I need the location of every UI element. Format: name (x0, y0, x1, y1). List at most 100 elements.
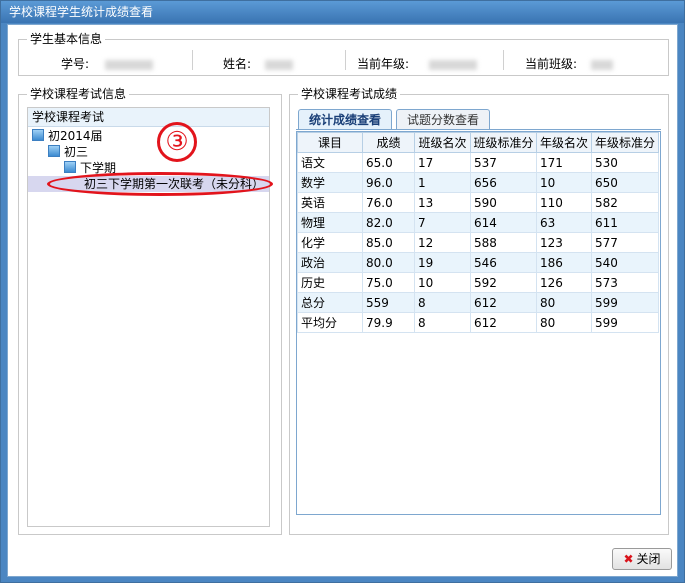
tree-node-cohort[interactable]: 初2014届 (32, 128, 103, 144)
tree-expand-icon[interactable] (32, 129, 44, 141)
table-cell: 614 (470, 212, 537, 233)
current-grade-label: 当前年级: (357, 57, 410, 71)
name-label: 姓名: (223, 57, 252, 71)
table-cell: 语文 (297, 152, 363, 173)
table-cell: 12 (414, 232, 471, 253)
table-cell: 化学 (297, 232, 363, 253)
table-cell: 总分 (297, 292, 363, 313)
table-cell: 537 (470, 152, 537, 173)
table-cell: 96.0 (362, 172, 415, 193)
table-cell: 13 (414, 192, 471, 213)
table-cell: 75.0 (362, 272, 415, 293)
exam-info-group: 学校课程考试信息 学校课程考试 初2014届 初三 下学期 初三下学期第一次联考… (18, 86, 282, 535)
table-cell: 559 (362, 292, 415, 313)
table-row[interactable]: 英语 76.0 13 590 110 582 (297, 192, 659, 213)
annotation-highlight-ellipse (47, 172, 273, 196)
tab-question-scores[interactable]: 试题分数查看 (396, 109, 491, 129)
table-cell: 612 (470, 292, 537, 313)
close-button[interactable]: ✖ 关闭 (612, 548, 672, 570)
score-table: 课目 成绩 班级名次 班级标准分 年级名次 年级标准分 语文 65.0 17 537 1… (297, 132, 659, 333)
close-icon: ✖ (623, 552, 634, 566)
table-cell: 612 (470, 312, 537, 333)
table-cell: 历史 (297, 272, 363, 293)
table-row[interactable]: 平均分 79.9 8 612 80 599 (297, 312, 659, 333)
table-cell: 65.0 (362, 152, 415, 173)
table-cell: 79.9 (362, 312, 415, 333)
column-header[interactable]: 年级标准分 (591, 132, 659, 153)
exam-tree-header: 学校课程考试 (28, 108, 269, 127)
table-cell: 171 (536, 152, 592, 173)
exam-tree: 学校课程考试 初2014届 初三 下学期 初三下学期第一次联考（未分科） ③ (27, 107, 273, 527)
table-cell: 80.0 (362, 252, 415, 273)
current-class-value (591, 56, 613, 72)
table-cell: 540 (591, 252, 659, 273)
table-cell: 110 (536, 192, 592, 213)
table-cell: 物理 (297, 212, 363, 233)
table-cell: 588 (470, 232, 537, 253)
exam-scores-legend: 学校课程考试成绩 (298, 86, 401, 102)
table-cell: 592 (470, 272, 537, 293)
table-cell: 123 (536, 232, 592, 253)
field-divider (192, 50, 193, 70)
table-cell: 577 (591, 232, 659, 253)
student-no-label: 学号: (61, 57, 90, 71)
field-divider (503, 50, 504, 70)
table-cell: 546 (470, 252, 537, 273)
table-cell: 10 (414, 272, 471, 293)
student-no-value (105, 56, 153, 72)
table-row[interactable]: 化学 85.0 12 588 123 577 (297, 232, 659, 253)
table-cell: 82.0 (362, 212, 415, 233)
close-button-label: 关闭 (636, 552, 661, 566)
table-cell: 599 (591, 312, 659, 333)
table-cell: 19 (414, 252, 471, 273)
table-cell: 63 (536, 212, 592, 233)
score-view-window: 学校课程学生统计成绩查看 学生基本信息 学号: 姓名: 当前年级: 当前班级: … (0, 0, 685, 583)
column-header[interactable]: 年级名次 (536, 132, 592, 153)
table-cell: 10 (536, 172, 592, 193)
window-client-area: 学生基本信息 学号: 姓名: 当前年级: 当前班级: 学校课程考试信息 学校课程… (7, 24, 678, 577)
field-divider (345, 50, 346, 70)
score-table-header: 课目 成绩 班级名次 班级标准分 年级名次 年级标准分 (297, 132, 659, 153)
column-header[interactable]: 课目 (297, 132, 363, 153)
table-row[interactable]: 数学 96.0 1 656 10 650 (297, 172, 659, 193)
tree-expand-icon[interactable] (64, 161, 76, 173)
basic-info-legend: 学生基本信息 (27, 31, 106, 47)
exam-info-legend: 学校课程考试信息 (27, 86, 130, 102)
table-row[interactable]: 语文 65.0 17 537 171 530 (297, 152, 659, 173)
current-class-label: 当前班级: (525, 57, 578, 71)
score-grid: 课目 成绩 班级名次 班级标准分 年级名次 年级标准分 语文 65.0 17 537 1… (296, 131, 661, 515)
tree-expand-icon[interactable] (48, 145, 60, 157)
column-header[interactable]: 班级名次 (414, 132, 471, 153)
table-row[interactable]: 政治 80.0 19 546 186 540 (297, 252, 659, 273)
table-cell: 1 (414, 172, 471, 193)
tree-node-label: 初三 (64, 145, 89, 159)
table-cell: 656 (470, 172, 537, 193)
table-cell: 573 (591, 272, 659, 293)
tab-statistics[interactable]: 统计成绩查看 (298, 109, 393, 129)
table-cell: 530 (591, 152, 659, 173)
table-cell: 611 (591, 212, 659, 233)
window-title: 学校课程学生统计成绩查看 (1, 1, 684, 23)
table-row[interactable]: 物理 82.0 7 614 63 611 (297, 212, 659, 233)
column-header[interactable]: 成绩 (362, 132, 415, 153)
exam-scores-group: 学校课程考试成绩 统计成绩查看 试题分数查看 课目 成绩 班级名次 班级标准分 (289, 86, 669, 535)
column-header[interactable]: 班级标准分 (470, 132, 537, 153)
table-cell: 7 (414, 212, 471, 233)
table-cell: 85.0 (362, 232, 415, 253)
table-row[interactable]: 总分 559 8 612 80 599 (297, 292, 659, 313)
annotation-step-number: ③ (157, 122, 197, 162)
table-cell: 数学 (297, 172, 363, 193)
table-cell: 英语 (297, 192, 363, 213)
table-cell: 590 (470, 192, 537, 213)
table-cell: 80 (536, 292, 592, 313)
table-cell: 599 (591, 292, 659, 313)
student-basic-info-group: 学生基本信息 学号: 姓名: 当前年级: 当前班级: (18, 31, 669, 76)
score-tabs: 统计成绩查看 试题分数查看 (296, 107, 661, 130)
tree-node-grade[interactable]: 初三 (48, 144, 88, 160)
table-row[interactable]: 历史 75.0 10 592 126 573 (297, 272, 659, 293)
table-cell: 80 (536, 312, 592, 333)
table-cell: 186 (536, 252, 592, 273)
table-cell: 17 (414, 152, 471, 173)
table-cell: 650 (591, 172, 659, 193)
table-cell: 8 (414, 292, 471, 313)
